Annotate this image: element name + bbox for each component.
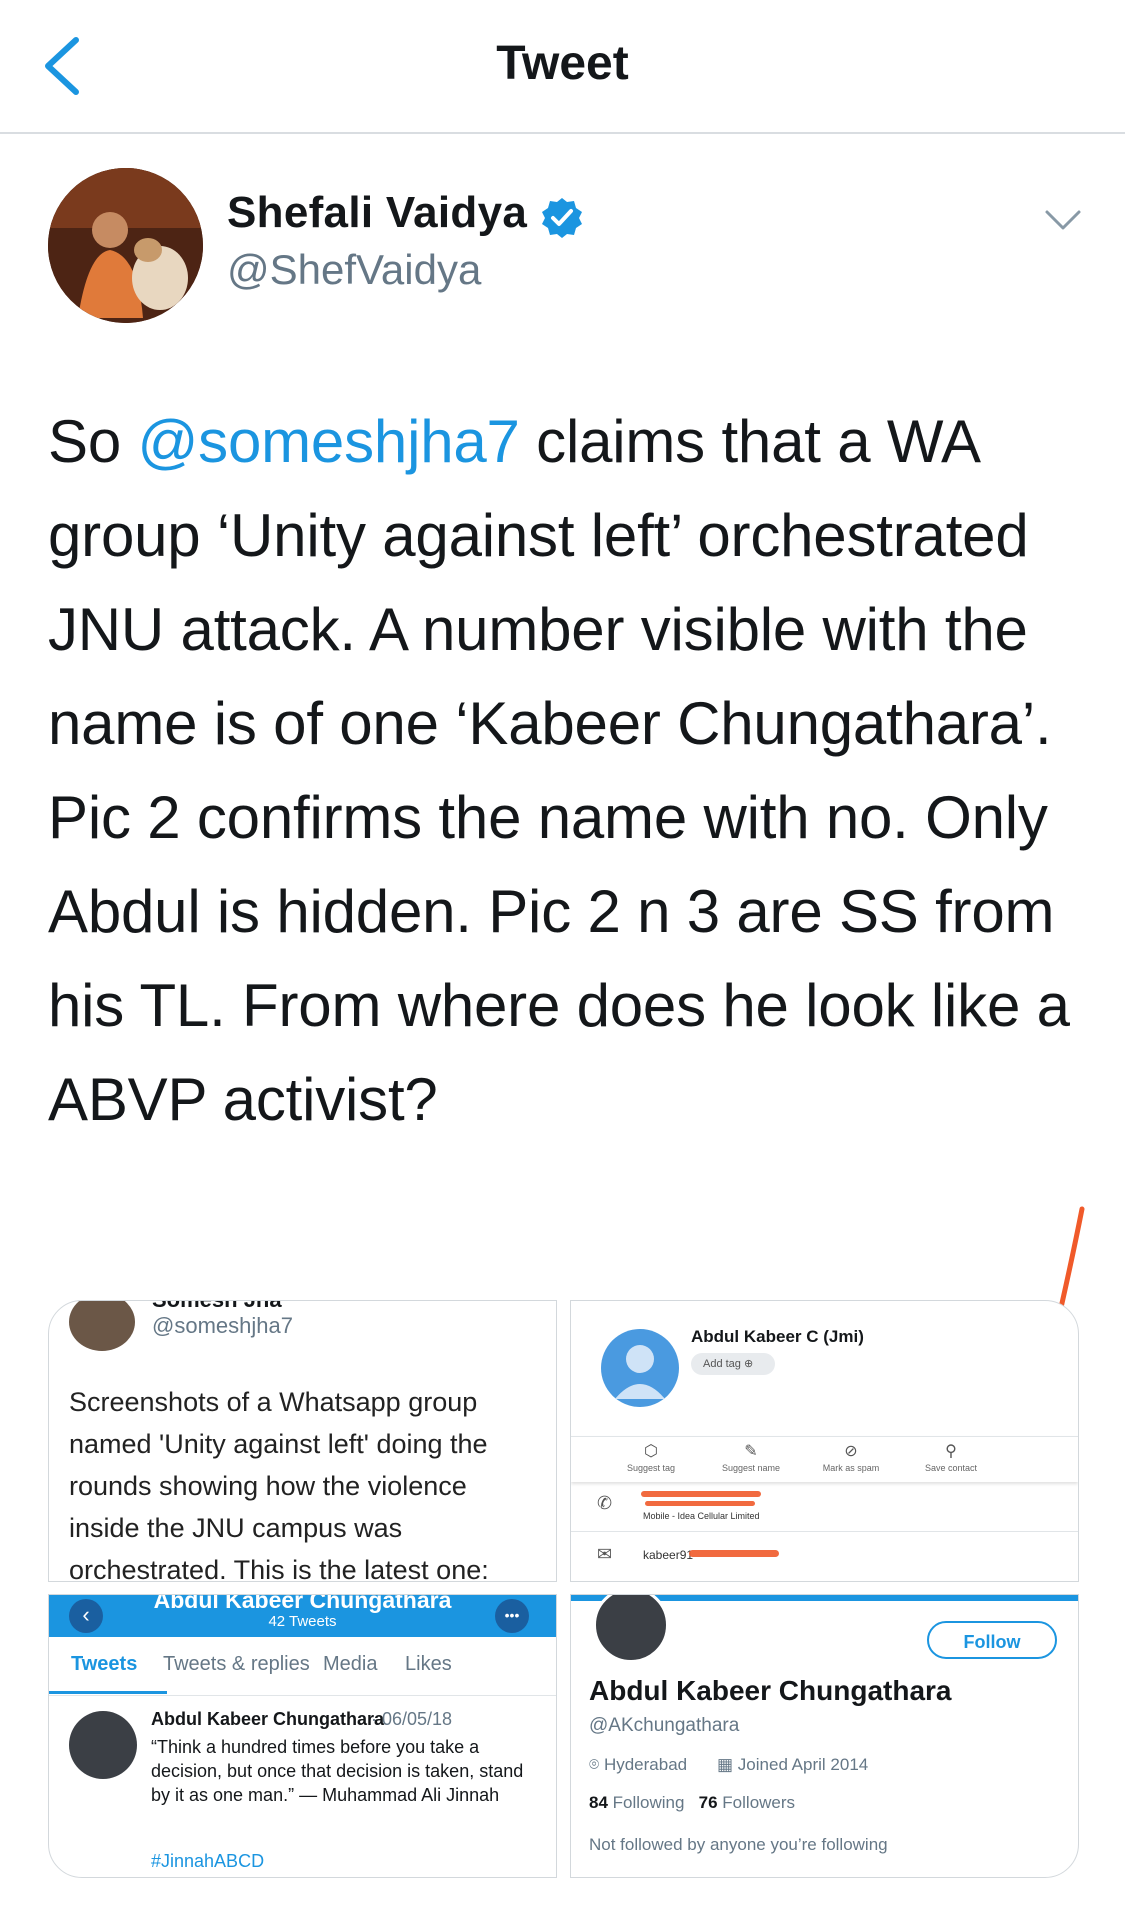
location-icon: ⌾ (589, 1755, 604, 1774)
following-count: 84 (589, 1793, 608, 1812)
action-label: Save contact (924, 1463, 978, 1473)
profile-tabs: Tweets Tweets & replies Media Likes (49, 1637, 556, 1696)
contact-avatar (601, 1329, 679, 1407)
location-text: Hyderabad (603, 1755, 688, 1774)
embedded-tweet-date: · 06/05/18 (371, 1709, 453, 1729)
suggest-name-action: ✎ Suggest name (701, 1443, 801, 1473)
tab-underline (49, 1691, 167, 1694)
chevron-down-icon[interactable] (1044, 208, 1082, 234)
plus-icon: ⊕ (743, 1358, 754, 1370)
profile-handle: @AKchungathara (589, 1715, 740, 1736)
follow-button: Follow (927, 1621, 1057, 1659)
phone-label: Mobile - Idea Cellular Limited (643, 1511, 760, 1521)
profile-joined: ▦ Joined April 2014 (717, 1755, 868, 1775)
action-label: Suggest name (721, 1463, 781, 1473)
media-image-2[interactable]: Abdul Kabeer C (Jmi) Add tag ⊕ ⬡ Suggest … (570, 1300, 1079, 1582)
avatar (593, 1595, 669, 1663)
add-tag-label: Add tag (703, 1358, 741, 1370)
redaction-scribble (645, 1501, 755, 1506)
tab-likes: Likes (405, 1653, 452, 1675)
edit-icon: ✎ (744, 1443, 758, 1460)
tweet-text-before: So (48, 408, 138, 475)
avatar (69, 1711, 137, 1779)
contact-actions: ⬡ Suggest tag ✎ Suggest name ⊘ Mark as spam… (571, 1436, 1078, 1482)
tab-tweets-replies: Tweets & replies (163, 1653, 310, 1675)
profile-name: Abdul Kabeer Chungathara (589, 1675, 952, 1706)
phone-row: ✆ Mobile - Idea Cellular Limited (571, 1481, 1078, 1531)
profile-header-bar: Abdul Kabeer Chungathara 42 Tweets ‹ ••• (49, 1595, 556, 1637)
block-icon: ⊘ (844, 1443, 858, 1460)
top-bar: Tweet (0, 0, 1125, 134)
embedded-author-name: Somesh Jha (152, 1301, 282, 1313)
media-image-4[interactable]: Follow Abdul Kabeer Chungathara @AKchung… (570, 1594, 1079, 1878)
mention-link[interactable]: @someshjha7 (137, 408, 519, 475)
redaction-scribble (641, 1491, 761, 1497)
followers-label: Followers (722, 1793, 796, 1812)
embedded-tweet-text: Screenshots of a Whatsapp group named 'U… (69, 1387, 489, 1582)
author-avatar[interactable] (48, 168, 203, 323)
back-icon: ‹ (69, 1599, 103, 1633)
page-title: Tweet (496, 37, 629, 90)
media-image-3[interactable]: Abdul Kabeer Chungathara 42 Tweets ‹ •••… (48, 1594, 557, 1878)
embedded-tweet-text: “Think a hundred times before you take a… (151, 1737, 524, 1805)
mark-spam-action: ⊘ Mark as spam (801, 1443, 901, 1473)
author-handle[interactable]: @ShefVaidya (227, 246, 481, 294)
contact-name: Abdul Kabeer C (Jmi) (691, 1327, 864, 1346)
action-label: Mark as spam (822, 1463, 880, 1473)
author-name[interactable]: Shefali Vaidya (227, 188, 527, 238)
media-image-1[interactable]: Somesh Jha @someshjha7 Screenshots of a … (48, 1300, 557, 1582)
add-person-icon: ⚲ (945, 1443, 957, 1460)
profile-title: Abdul Kabeer Chungathara (153, 1594, 452, 1613)
profile-location: ⌾ Hyderabad (589, 1755, 687, 1775)
follow-counts: 84 Following 76 Followers (589, 1793, 795, 1813)
action-label: Suggest tag (626, 1463, 676, 1473)
followed-by-note: Not followed by anyone you’re following (589, 1835, 888, 1854)
more-icon: ••• (495, 1599, 529, 1633)
phone-icon: ✆ (597, 1493, 613, 1513)
mail-icon: ✉ (597, 1544, 613, 1564)
calendar-icon: ▦ (717, 1755, 738, 1774)
hashtag: #JinnahABCD (151, 1851, 265, 1871)
joined-text: Joined April 2014 (737, 1755, 869, 1774)
verified-badge-icon (542, 198, 582, 238)
tab-media: Media (323, 1653, 378, 1675)
embedded-author-name: Abdul Kabeer Chungathara (151, 1709, 385, 1729)
email-text: kabeer91 (643, 1548, 694, 1562)
tweet-text: So @someshjha7 claims that a WA group ‘U… (48, 395, 1108, 1147)
tag-icon: ⬡ (644, 1443, 658, 1460)
suggest-tag-action: ⬡ Suggest tag (601, 1443, 701, 1473)
avatar (69, 1301, 135, 1351)
add-tag-chip: Add tag ⊕ (691, 1353, 775, 1375)
following-label: Following (612, 1793, 685, 1812)
save-contact-action: ⚲ Save contact (901, 1443, 1001, 1473)
embedded-author-handle: @someshjha7 (152, 1313, 293, 1338)
tab-tweets: Tweets (71, 1653, 138, 1675)
tweet-text-after: claims that a WA group ‘Unity against le… (48, 408, 1070, 1133)
email-row: ✉ kabeer91 (571, 1531, 1078, 1581)
followers-count: 76 (698, 1793, 718, 1812)
redaction-scribble (689, 1550, 779, 1557)
tweet-count: 42 Tweets (268, 1613, 337, 1630)
